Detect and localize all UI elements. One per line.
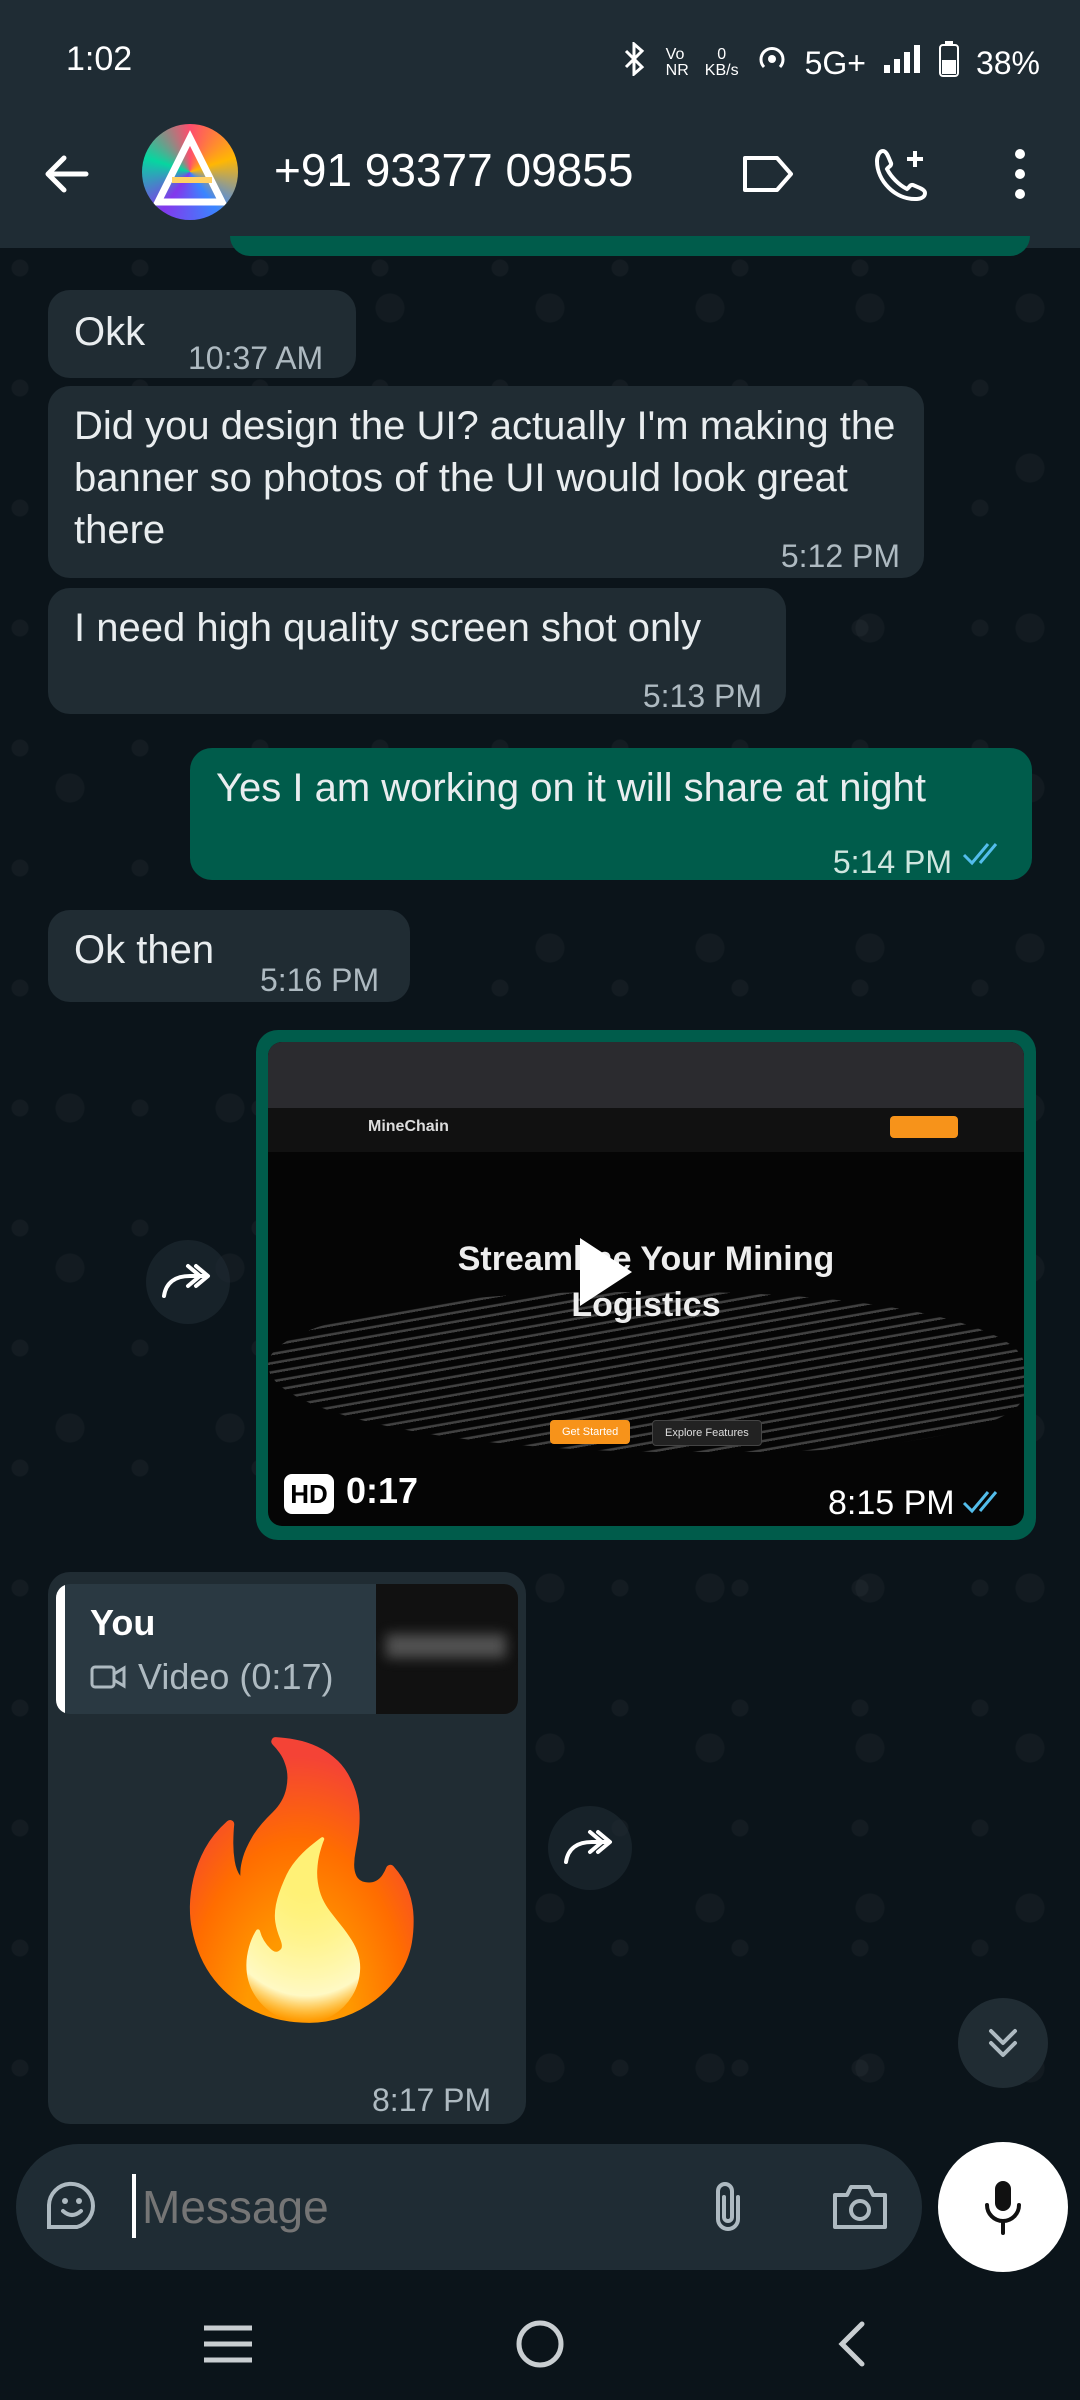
add-call-button[interactable]	[866, 138, 938, 210]
video-thumbnail[interactable]: MineChain Streamline Your Mining Logisti…	[268, 1042, 1024, 1526]
fire-emoji: 🔥	[140, 1735, 464, 2025]
quoted-author: You	[90, 1602, 156, 1643]
home-button[interactable]	[506, 2310, 574, 2378]
volte-label: Vo	[665, 46, 685, 63]
message-bubble-incoming[interactable]: Did you design the UI? actually I'm maki…	[48, 386, 924, 578]
message-text: Yes I am working on it will share at nig…	[216, 766, 926, 810]
message-time: 5:16 PM	[260, 962, 380, 998]
recent-apps-button[interactable]	[196, 2314, 260, 2374]
battery-icon	[938, 40, 960, 86]
bluetooth-icon	[620, 40, 650, 84]
signal-icon	[882, 43, 922, 83]
system-back-button[interactable]	[820, 2314, 880, 2374]
forward-button[interactable]	[146, 1240, 230, 1324]
status-bar: 1:02 Vo NR 0 KB/s 5G+ 38%	[0, 0, 1080, 124]
menu-lines-icon	[204, 2325, 252, 2363]
hero-explore-button: Explore Features	[652, 1420, 762, 1446]
hotspot-icon	[755, 42, 789, 84]
back-arrow-icon	[45, 155, 89, 193]
reply-message-time: 8:17 PM	[372, 2082, 492, 2118]
message-text: I need high quality screen shot only	[74, 606, 702, 650]
message-input[interactable]	[140, 2166, 664, 2248]
browser-toolbar	[268, 1042, 1024, 1108]
scroll-to-bottom-button[interactable]	[958, 1998, 1048, 2088]
site-cta-chip	[890, 1116, 958, 1138]
quoted-thumbnail	[376, 1584, 518, 1714]
video-message-time: 8:15 PM	[828, 1484, 955, 1522]
sticker-icon	[47, 2181, 95, 2229]
avatar-logo-icon	[152, 130, 228, 206]
previous-message-edge	[230, 236, 1030, 256]
more-options-button[interactable]	[998, 142, 1042, 206]
network-speed-unit: KB/s	[704, 62, 739, 79]
hero-get-started-button: Get Started	[550, 1420, 631, 1444]
message-text: Did you design the UI? actually I'm maki…	[74, 404, 896, 552]
video-duration: 0:17	[346, 1470, 419, 1511]
message-time: 5:12 PM	[780, 538, 900, 574]
read-ticks-icon	[962, 1491, 998, 1514]
hd-badge: HD	[284, 1474, 334, 1514]
message-bubble-incoming[interactable]: Ok then 5:16 PM	[48, 910, 410, 1002]
nr-label: NR	[665, 62, 689, 79]
message-bubble-incoming[interactable]: I need high quality screen shot only 5:1…	[48, 588, 786, 714]
double-chevron-down-icon	[989, 2029, 1017, 2057]
more-vert-icon	[1015, 149, 1025, 199]
text-cursor	[132, 2174, 136, 2238]
message-time: 5:14 PM	[832, 844, 952, 880]
battery-percent: 38%	[975, 44, 1040, 81]
back-button[interactable]	[34, 142, 98, 206]
volte-indicator: Vo NR	[666, 47, 689, 79]
chevron-left-icon	[838, 2321, 865, 2367]
play-icon[interactable]	[580, 1238, 632, 1306]
quoted-preview: Video (0:17)	[90, 1656, 333, 1698]
message-time: 5:13 PM	[642, 678, 762, 714]
camera-icon	[833, 2185, 887, 2229]
label-icon	[743, 156, 793, 192]
status-icons: Vo NR 0 KB/s 5G+ 38%	[620, 40, 1040, 86]
attach-button[interactable]	[696, 2174, 760, 2238]
contact-name[interactable]: +91 93377 09855	[274, 143, 633, 197]
network-type: 5G+	[804, 44, 866, 81]
video-camera-icon	[90, 1665, 126, 1689]
site-name: MineChain	[368, 1118, 449, 1135]
site-nav: MineChain	[268, 1108, 1024, 1152]
label-button[interactable]	[736, 142, 800, 206]
forward-icon	[564, 1830, 612, 1864]
message-bubble-incoming[interactable]: Okk 10:37 AM	[48, 290, 356, 378]
home-circle-icon	[516, 2320, 564, 2368]
message-text: Ok then	[74, 928, 215, 972]
quoted-type: Video (0:17)	[138, 1656, 334, 1697]
paperclip-icon	[716, 2182, 740, 2231]
hero-title-line1: Streamline Your Mining	[457, 1240, 835, 1278]
voice-message-button[interactable]	[938, 2142, 1068, 2272]
emoji-sticker-button[interactable]	[40, 2174, 104, 2238]
quoted-message[interactable]: You Video (0:17)	[56, 1584, 518, 1714]
forward-icon	[162, 1264, 210, 1298]
hero-title-line2: Logistics	[571, 1286, 721, 1324]
message-text: Okk	[74, 310, 146, 354]
microphone-icon	[985, 2181, 1021, 2235]
network-speed-value: 0	[717, 46, 727, 63]
status-time: 1:02	[66, 40, 133, 78]
add-call-icon	[874, 148, 928, 202]
message-bubble-outgoing[interactable]: Yes I am working on it will share at nig…	[190, 748, 1032, 880]
camera-button[interactable]	[828, 2174, 892, 2238]
quote-bar	[56, 1584, 65, 1714]
read-ticks-icon	[962, 843, 998, 866]
network-speed: 0 KB/s	[705, 47, 739, 79]
contact-avatar[interactable]	[142, 124, 238, 220]
forward-button[interactable]	[548, 1806, 632, 1890]
message-time: 10:37 AM	[188, 340, 324, 376]
